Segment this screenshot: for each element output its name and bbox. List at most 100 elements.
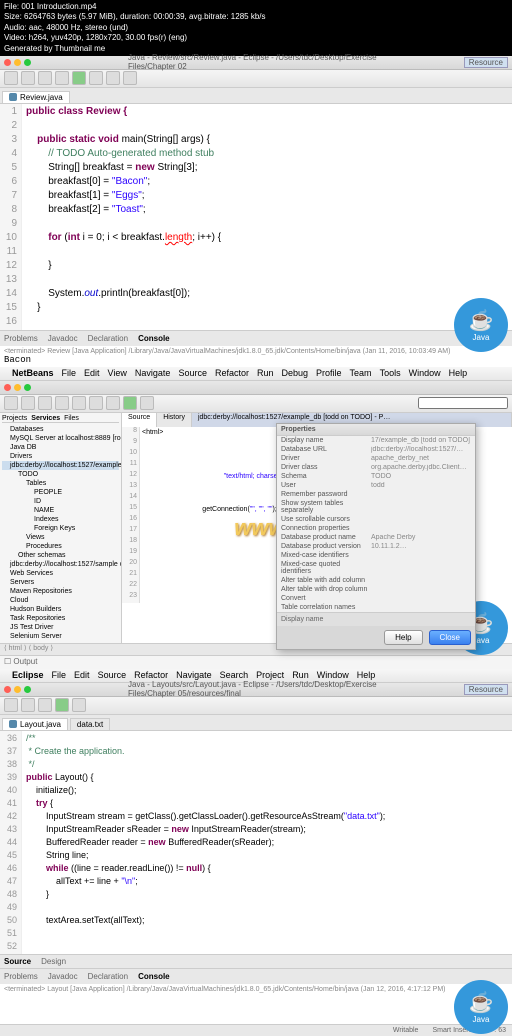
- perspective-badge[interactable]: Resource: [464, 684, 508, 695]
- minimize-icon[interactable]: [14, 59, 21, 66]
- tree-item[interactable]: MySQL Server at localhost:8889 [root]: [2, 434, 119, 443]
- close-icon[interactable]: [4, 384, 11, 391]
- menu-project[interactable]: Project: [256, 670, 284, 680]
- property-row[interactable]: Show system tables separately: [277, 499, 475, 515]
- menu-file[interactable]: File: [62, 368, 77, 378]
- property-row[interactable]: Display name17/example_db [todd on TODO]: [277, 436, 475, 445]
- menu-tools[interactable]: Tools: [380, 368, 401, 378]
- tab-javadoc[interactable]: Javadoc: [48, 972, 78, 981]
- menu-view[interactable]: View: [108, 368, 127, 378]
- property-row[interactable]: SchemaTODO: [277, 472, 475, 481]
- services-panel[interactable]: Projects Services Files DatabasesMySQL S…: [0, 413, 122, 643]
- tree-item[interactable]: jdbc:derby://localhost:1527/sample c…: [2, 560, 119, 569]
- close-button[interactable]: Close: [429, 630, 471, 645]
- menu-file[interactable]: File: [52, 670, 67, 680]
- tab-problems[interactable]: Problems: [4, 972, 38, 981]
- property-row[interactable]: Database product nameApache Derby: [277, 533, 475, 542]
- property-row[interactable]: Database URLjdbc:derby://localhost:1527/…: [277, 445, 475, 454]
- menu-team[interactable]: Team: [350, 368, 372, 378]
- search-button[interactable]: [123, 71, 137, 85]
- new-button[interactable]: [4, 71, 18, 85]
- minimize-icon[interactable]: [14, 686, 21, 693]
- tree-item[interactable]: Databases: [2, 425, 119, 434]
- class-button[interactable]: [106, 71, 120, 85]
- menu-search[interactable]: Search: [220, 670, 249, 680]
- properties-dialog[interactable]: Properties Display name17/example_db [to…: [276, 423, 476, 650]
- menu-debug[interactable]: Debug: [282, 368, 309, 378]
- zoom-icon[interactable]: [24, 686, 31, 693]
- tree-item[interactable]: NAME: [2, 506, 119, 515]
- menu-navigate[interactable]: Navigate: [135, 368, 171, 378]
- tab-source[interactable]: Source: [122, 413, 157, 427]
- tab-files[interactable]: Files: [64, 415, 79, 422]
- tree-item[interactable]: Foreign Keys: [2, 524, 119, 533]
- save-button[interactable]: [21, 698, 35, 712]
- tree-item[interactable]: Task Repositories: [2, 614, 119, 623]
- tree-item[interactable]: Tables: [2, 479, 119, 488]
- tab-declaration[interactable]: Declaration: [88, 334, 128, 343]
- tree-item[interactable]: Web Services: [2, 569, 119, 578]
- menu-eclipse[interactable]: Eclipse: [12, 670, 44, 680]
- tab-layout-java[interactable]: Layout.java: [2, 718, 68, 730]
- package-button[interactable]: [72, 698, 86, 712]
- property-row[interactable]: Driver classorg.apache.derby.jdbc.Client…: [277, 463, 475, 472]
- property-row[interactable]: Table correlation names: [277, 603, 475, 612]
- code-editor[interactable]: 3637383940414243444546474849505152 /** *…: [0, 731, 512, 954]
- menu-source[interactable]: Source: [178, 368, 207, 378]
- tab-problems[interactable]: Problems: [4, 334, 38, 343]
- property-row[interactable]: Usertodd: [277, 481, 475, 490]
- menu-edit[interactable]: Edit: [74, 670, 90, 680]
- property-row[interactable]: Database product version10.11.1.2…: [277, 542, 475, 551]
- save-button[interactable]: [21, 71, 35, 85]
- tab-services[interactable]: Services: [31, 415, 60, 422]
- tree-item[interactable]: JS Test Driver: [2, 623, 119, 632]
- zoom-icon[interactable]: [24, 59, 31, 66]
- tab-review-java[interactable]: Review.java: [2, 91, 70, 103]
- close-icon[interactable]: [4, 686, 11, 693]
- search-input[interactable]: [418, 397, 508, 409]
- new-button[interactable]: [4, 698, 18, 712]
- tree-item[interactable]: TODO: [2, 470, 119, 479]
- close-icon[interactable]: [4, 59, 11, 66]
- tree-item[interactable]: Other schemas: [2, 551, 119, 560]
- menu-run[interactable]: Run: [257, 368, 274, 378]
- menu-run[interactable]: Run: [292, 670, 309, 680]
- tab-data-txt[interactable]: data.txt: [70, 718, 110, 730]
- console[interactable]: <terminated> Review [Java Application] /…: [0, 346, 512, 367]
- redo-button[interactable]: [89, 396, 103, 410]
- run-button[interactable]: [123, 396, 137, 410]
- package-button[interactable]: [89, 71, 103, 85]
- debug-button[interactable]: [55, 71, 69, 85]
- titlebar[interactable]: Java - Review/src/Review.java - Eclipse …: [0, 56, 512, 70]
- perspective-badge[interactable]: Resource: [464, 57, 508, 68]
- tab-console[interactable]: Console: [138, 334, 170, 343]
- property-row[interactable]: Use scrollable cursors: [277, 515, 475, 524]
- tree-item[interactable]: Selenium Server: [2, 632, 119, 641]
- save-all-button[interactable]: [55, 396, 69, 410]
- tree-item[interactable]: Procedures: [2, 542, 119, 551]
- debug-button[interactable]: [140, 396, 154, 410]
- tree-item[interactable]: Servers: [2, 578, 119, 587]
- undo-button[interactable]: [72, 396, 86, 410]
- tree-item[interactable]: Java DB: [2, 443, 119, 452]
- property-row[interactable]: Convert: [277, 594, 475, 603]
- console[interactable]: <terminated> Layout [Java Application] /…: [0, 984, 512, 1024]
- tree-item[interactable]: Hudson Builders: [2, 605, 119, 614]
- menu-refactor[interactable]: Refactor: [215, 368, 249, 378]
- help-button[interactable]: Help: [384, 630, 422, 645]
- menu-help[interactable]: Help: [449, 368, 468, 378]
- property-row[interactable]: Mixed-case identifiers: [277, 551, 475, 560]
- tab-projects[interactable]: Projects: [2, 415, 27, 422]
- menu-profile[interactable]: Profile: [316, 368, 342, 378]
- property-row[interactable]: Remember password: [277, 490, 475, 499]
- tab-declaration[interactable]: Declaration: [88, 972, 128, 981]
- tree-item[interactable]: Drivers: [2, 452, 119, 461]
- tree-item[interactable]: Maven Repositories: [2, 587, 119, 596]
- tree-item[interactable]: Indexes: [2, 515, 119, 524]
- tree-item[interactable]: PEOPLE: [2, 488, 119, 497]
- minimize-icon[interactable]: [14, 384, 21, 391]
- menu-netbeans[interactable]: NetBeans: [12, 368, 54, 378]
- tab-source[interactable]: Source: [4, 957, 31, 966]
- menu-window[interactable]: Window: [317, 670, 349, 680]
- titlebar[interactable]: Java - Layouts/src/Layout.java - Eclipse…: [0, 683, 512, 697]
